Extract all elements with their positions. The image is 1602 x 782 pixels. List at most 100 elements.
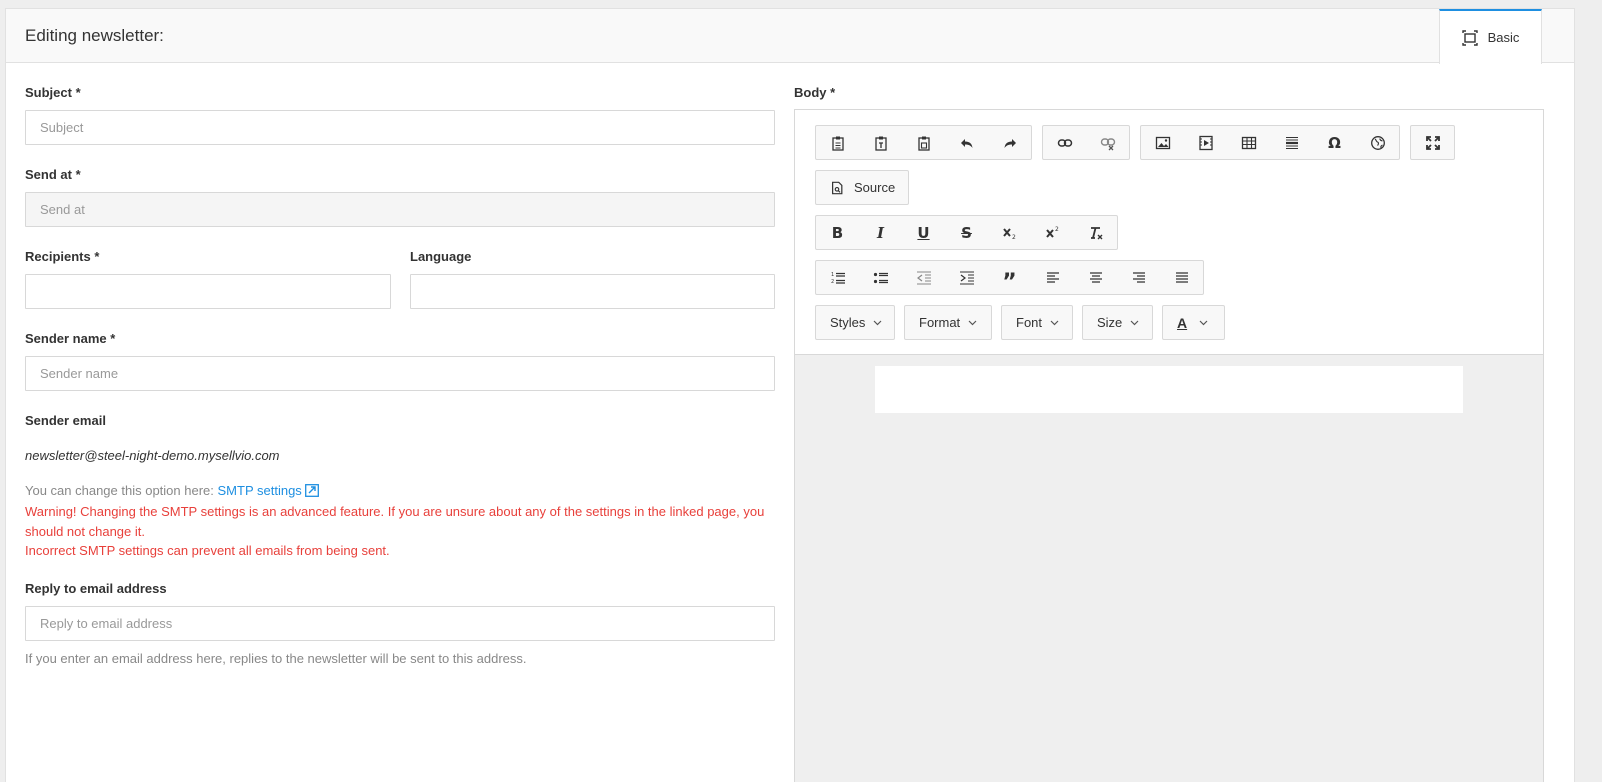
svg-text:2: 2 [1055, 226, 1059, 233]
align-right-button[interactable] [1117, 261, 1160, 294]
paste-word-button[interactable] [902, 126, 945, 159]
unlink-button[interactable] [1086, 126, 1129, 159]
maximize-icon [1425, 135, 1440, 150]
source-icon [832, 181, 843, 194]
superscript-icon: 2 [1045, 226, 1059, 238]
sender-email-label: Sender email [25, 413, 106, 428]
paste-text-icon [874, 136, 887, 151]
align-left-icon [1046, 271, 1059, 283]
toolbar-group-links [1042, 125, 1130, 160]
text-color-icon: A [1177, 314, 1188, 331]
toolbar-group-insert: Ω [1140, 125, 1400, 160]
align-left-button[interactable] [1031, 261, 1074, 294]
paste-button[interactable] [816, 126, 859, 159]
redo-button[interactable] [988, 126, 1031, 159]
strikethrough-button[interactable]: S [945, 216, 988, 249]
language-input[interactable] [410, 274, 775, 309]
source-button[interactable]: Source [815, 170, 909, 205]
newsletter-panel: Editing newsletter: Basic Subject * Send… [5, 8, 1575, 782]
smtp-hint-text: You can change this option here: [25, 483, 214, 498]
bold-button[interactable]: B [816, 216, 859, 249]
underline-icon: U [917, 223, 930, 242]
sender-email-value: newsletter@steel-night-demo.mysellvio.co… [25, 448, 280, 463]
table-icon [1241, 136, 1256, 149]
indent-button[interactable] [945, 261, 988, 294]
chevron-down-icon [873, 320, 882, 325]
image-button[interactable] [1141, 126, 1184, 159]
embed-media-button[interactable] [1184, 126, 1227, 159]
panel-header: Editing newsletter: Basic [6, 9, 1574, 64]
body-label: Body * [794, 85, 836, 100]
redo-icon [1004, 138, 1016, 148]
svg-text:2: 2 [831, 279, 834, 285]
paste-icon [831, 136, 844, 151]
toolbar-group-paragraph: 12 ” [815, 260, 1204, 295]
fullscreen-frame-icon [1461, 29, 1478, 46]
align-center-button[interactable] [1074, 261, 1117, 294]
bold-icon: B [831, 223, 844, 242]
recipients-label: Recipients * [25, 249, 100, 264]
underline-button[interactable]: U [902, 216, 945, 249]
text-color-dropdown[interactable]: A [1162, 305, 1225, 340]
special-char-button[interactable]: Ω [1313, 126, 1356, 159]
editor-content-area[interactable] [875, 366, 1463, 413]
reply-to-label: Reply to email address [25, 581, 167, 596]
unlink-icon [1100, 137, 1115, 150]
rich-text-editor: Ω Source B I U S 2 2 1 2 ” Styles Format… [794, 109, 1544, 782]
indent-icon [959, 270, 974, 285]
numbered-list-button[interactable]: 12 [816, 261, 859, 294]
chevron-down-icon [1199, 320, 1208, 325]
iframe-button[interactable] [1356, 126, 1399, 159]
table-button[interactable] [1227, 126, 1270, 159]
size-dropdown-label: Size [1097, 315, 1123, 330]
paste-text-button[interactable] [859, 126, 902, 159]
smtp-settings-link[interactable]: SMTP settings [218, 483, 319, 498]
link-icon [1057, 138, 1072, 147]
size-dropdown[interactable]: Size [1082, 305, 1153, 340]
globe-icon [1370, 135, 1385, 150]
reply-to-help: If you enter an email address here, repl… [25, 651, 527, 666]
bulleted-list-button[interactable] [859, 261, 902, 294]
format-dropdown-label: Format [919, 315, 961, 330]
svg-text:1: 1 [831, 272, 834, 278]
subscript-icon: 2 [1002, 227, 1016, 241]
page-title: Editing newsletter: [25, 26, 164, 45]
horizontal-line-button[interactable] [1270, 126, 1313, 159]
toolbar-group-clipboard [815, 125, 1032, 160]
sender-name-label: Sender name * [25, 331, 116, 346]
omega-icon: Ω [1328, 133, 1341, 152]
smtp-warning-line-2: Incorrect SMTP settings can prevent all … [25, 543, 390, 558]
subscript-button[interactable]: 2 [988, 216, 1031, 249]
basic-mode-tab[interactable]: Basic [1439, 9, 1542, 64]
quote-icon: ” [1002, 269, 1017, 295]
italic-icon: I [876, 223, 885, 242]
italic-button[interactable]: I [859, 216, 902, 249]
styles-dropdown[interactable]: Styles [815, 305, 895, 340]
blockquote-button[interactable]: ” [988, 261, 1031, 294]
format-dropdown[interactable]: Format [904, 305, 992, 340]
superscript-button[interactable]: 2 [1031, 216, 1074, 249]
send-at-input[interactable] [25, 192, 775, 227]
undo-button[interactable] [945, 126, 988, 159]
remove-format-button[interactable] [1074, 216, 1117, 249]
numbered-list-icon: 12 [831, 272, 845, 285]
chevron-down-icon [1050, 320, 1059, 325]
font-dropdown[interactable]: Font [1001, 305, 1073, 340]
toolbar-group-basic-styles: B I U S 2 2 [815, 215, 1118, 250]
outdent-button[interactable] [902, 261, 945, 294]
maximize-button[interactable] [1411, 126, 1454, 159]
horizontal-line-icon [1285, 136, 1298, 149]
align-right-icon [1132, 271, 1145, 283]
link-button[interactable] [1043, 126, 1086, 159]
smtp-warning: Warning! Changing the SMTP settings is a… [25, 502, 765, 561]
justify-button[interactable] [1160, 261, 1203, 294]
justify-icon [1175, 271, 1188, 283]
subject-label: Subject * [25, 85, 81, 100]
sender-name-input[interactable] [25, 356, 775, 391]
recipients-input[interactable] [25, 274, 391, 309]
reply-to-input[interactable] [25, 606, 775, 641]
svg-text:2: 2 [1012, 234, 1016, 241]
subject-input[interactable] [25, 110, 775, 145]
source-label: Source [854, 180, 896, 195]
send-at-label: Send at * [25, 167, 81, 182]
